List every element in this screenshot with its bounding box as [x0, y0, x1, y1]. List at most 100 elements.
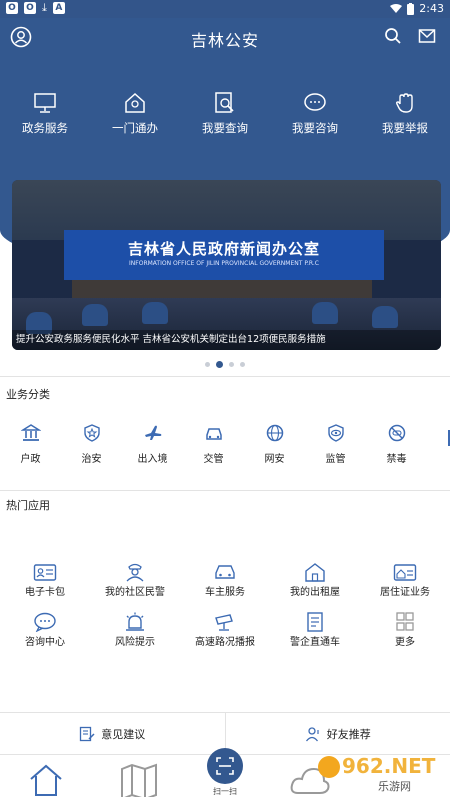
category-label: 交管	[203, 454, 224, 465]
house-icon	[305, 563, 325, 582]
recommend-label: 好友推荐	[326, 727, 371, 741]
residence-card-icon	[393, 564, 417, 581]
search-icon[interactable]	[384, 27, 402, 49]
quick-action-label: 我要举报	[382, 121, 428, 135]
quick-action-label: 我要咨询	[292, 121, 338, 135]
banner-screen-title: 吉林省人民政府新闻办公室	[127, 240, 320, 258]
app-label: 警企直通车	[290, 637, 340, 648]
news-banner[interactable]: 吉林省人民政府新闻办公室 INFORMATION OFFICE OF JILIN…	[12, 180, 441, 350]
category-label: 网安	[264, 454, 285, 465]
app-label: 我的社区民警	[105, 587, 165, 598]
download-icon: ⤓	[42, 1, 47, 14]
no-drug-icon	[388, 424, 405, 442]
category-item-jindu[interactable]: 禁毒	[366, 424, 427, 465]
globe-icon	[266, 424, 283, 442]
tab-home[interactable]	[28, 761, 64, 800]
category-list: 户政 治安 出入境 交管 网安 监管 禁毒	[0, 424, 450, 465]
watermark-logo: 962.NET 乐游网	[318, 752, 448, 798]
category-label: 户政	[20, 454, 41, 465]
quick-action-gov-service[interactable]: 政务服务	[0, 92, 90, 136]
pagination-dot[interactable]	[229, 362, 234, 367]
map-icon	[121, 763, 157, 800]
car-icon	[215, 565, 235, 579]
app-rental-house[interactable]: 我的出租屋	[270, 562, 360, 598]
watermark-sub: 乐游网	[378, 780, 411, 793]
app-police-enterprise[interactable]: 警企直通车	[270, 612, 360, 648]
quick-action-report[interactable]: 我要举报	[360, 92, 450, 136]
category-item-churujing[interactable]: 出入境	[122, 424, 183, 465]
chat-icon	[304, 93, 326, 111]
quick-action-consult[interactable]: 我要咨询	[270, 92, 360, 136]
edit-doc-icon	[80, 726, 95, 741]
app-label: 咨询中心	[25, 637, 65, 648]
o-icon: O	[24, 2, 36, 14]
divider	[0, 490, 450, 491]
quick-actions: 政务服务 一门通办 我要查询 我要咨询 我要举报	[0, 92, 450, 136]
app-community-police[interactable]: 我的社区民警	[90, 562, 180, 598]
a-icon: A	[52, 2, 65, 14]
mail-icon[interactable]	[418, 27, 436, 49]
hot-apps-title: 热门应用	[6, 499, 50, 512]
scan-icon	[216, 757, 234, 775]
bank-icon	[20, 424, 41, 441]
app-e-card[interactable]: 电子卡包	[0, 562, 90, 598]
app-label: 风险提示	[115, 637, 155, 648]
recommend-friend-button[interactable]: 好友推荐	[226, 713, 450, 754]
category-label: 出入境	[137, 454, 168, 465]
suggestion-button[interactable]: 意见建议	[0, 713, 225, 754]
suggestion-label: 意见建议	[101, 727, 146, 741]
watermark-brand: 962.NET	[342, 754, 436, 778]
app-consult-center[interactable]: 咨询中心	[0, 612, 90, 648]
banner-desk	[72, 280, 372, 298]
eye-icon	[327, 424, 344, 442]
app-highway-report[interactable]: 高速路况播报	[180, 612, 270, 648]
pagination-dot-active[interactable]	[216, 361, 223, 368]
scan-label: 扫一扫	[213, 787, 237, 796]
pagination-dot[interactable]	[240, 362, 245, 367]
app-label: 高速路况播报	[195, 637, 255, 648]
tab-map[interactable]	[120, 761, 158, 800]
app-label: 我的出租屋	[290, 587, 340, 598]
category-item-wangan[interactable]: 网安	[244, 424, 305, 465]
app-more[interactable]: 更多	[360, 612, 450, 648]
pagination-dot[interactable]	[205, 362, 210, 367]
category-item-jianguan[interactable]: 监管	[305, 424, 366, 465]
o-icon: O	[6, 2, 18, 14]
car-icon	[205, 428, 222, 440]
alarm-icon	[126, 612, 144, 631]
divider	[0, 376, 450, 377]
quick-action-query[interactable]: 我要查询	[180, 92, 270, 136]
app-residence-permit[interactable]: 居住证业务	[360, 562, 450, 598]
app-risk-alert[interactable]: 风险提示	[90, 612, 180, 648]
hand-icon	[395, 93, 413, 113]
camera-icon	[215, 614, 233, 631]
category-item-jiaoguan[interactable]: 交管	[183, 424, 244, 465]
top-bar: 吉林公安	[0, 18, 450, 58]
banner-pagination	[0, 361, 450, 368]
chat-icon	[34, 612, 56, 632]
hot-apps-row: 电子卡包 我的社区民警 车主服务 我的出租屋 居住证业务	[0, 562, 450, 598]
document-icon	[307, 612, 323, 632]
app-label: 电子卡包	[25, 587, 65, 598]
home-badge-icon	[125, 92, 145, 113]
category-label: 监管	[325, 454, 346, 465]
app-label: 更多	[395, 637, 415, 648]
home-icon	[30, 764, 62, 796]
hot-apps-row: 咨询中心 风险提示 高速路况播报 警企直通车 更多	[0, 612, 450, 648]
app-car-owner[interactable]: 车主服务	[180, 562, 270, 598]
quick-action-label: 我要查询	[202, 121, 248, 135]
quick-action-label: 一门通办	[112, 121, 158, 135]
watermark-badge-icon	[318, 756, 340, 778]
grid-icon	[396, 612, 414, 631]
category-item-huzheng[interactable]: 户政	[0, 424, 61, 465]
categories-title: 业务分类	[6, 388, 50, 401]
category-label: 治安	[81, 454, 102, 465]
banner-screen-subtitle: INFORMATION OFFICE OF JILIN PROVINCIAL G…	[129, 260, 319, 267]
category-item-zhian[interactable]: 治安	[61, 424, 122, 465]
user-add-icon	[305, 726, 319, 741]
airplane-icon	[144, 425, 161, 440]
scan-button[interactable]	[207, 748, 243, 784]
quick-action-label: 政务服务	[22, 121, 68, 135]
quick-action-one-door[interactable]: 一门通办	[90, 92, 180, 136]
app-label: 居住证业务	[380, 587, 430, 598]
